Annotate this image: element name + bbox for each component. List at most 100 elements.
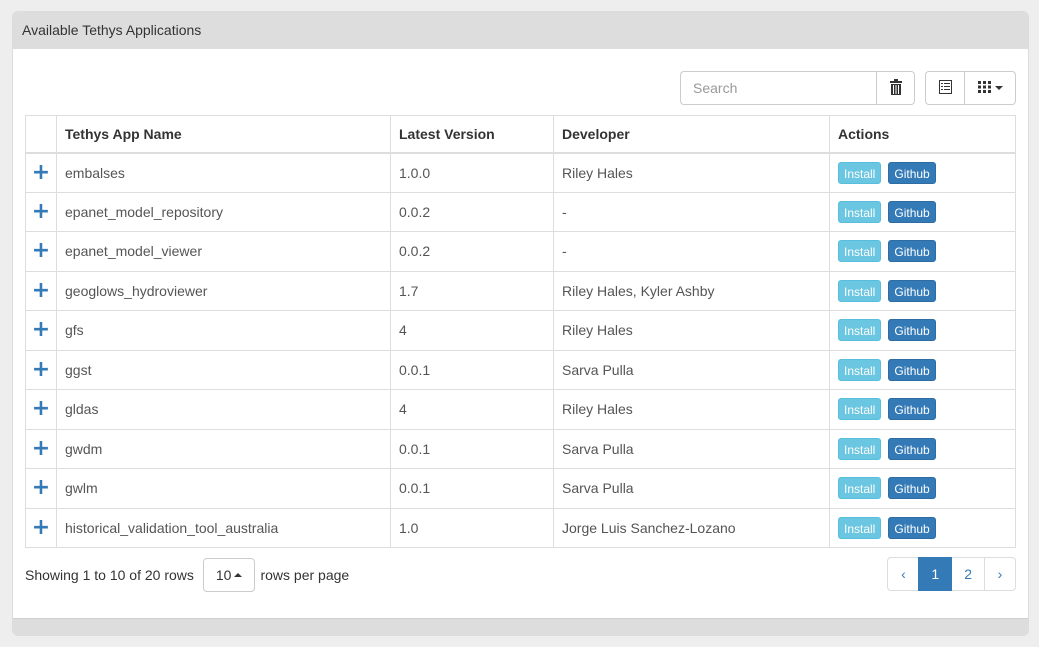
table-toolbar: [680, 71, 1016, 105]
toggle-view-button[interactable]: [925, 71, 965, 105]
actions-cell: Install Github: [829, 507, 1016, 548]
page-2-button[interactable]: 2: [951, 557, 985, 591]
github-button[interactable]: Github: [888, 437, 936, 460]
expand-plus-icon[interactable]: +: [32, 396, 50, 421]
install-button[interactable]: Install: [838, 240, 882, 263]
caret-down-icon: [994, 86, 1003, 90]
expand-plus-icon[interactable]: +: [32, 475, 50, 500]
developer-cell: Sarva Pulla: [553, 468, 830, 509]
panel-heading: Available Tethys Applications: [13, 12, 1028, 49]
actions-cell: Install Github: [829, 468, 1016, 509]
github-button[interactable]: Github: [888, 516, 936, 539]
actions-cell: Install Github: [829, 310, 1016, 351]
install-button[interactable]: Install: [838, 516, 882, 539]
pagination-detail: Showing 1 to 10 of 20 rows 10 rows per p…: [25, 558, 349, 592]
actions-cell: Install Github: [829, 231, 1016, 272]
install-button[interactable]: Install: [838, 161, 882, 184]
install-button[interactable]: Install: [838, 437, 882, 460]
version-cell: 0.0.2: [390, 231, 554, 272]
github-button[interactable]: Github: [888, 200, 936, 223]
install-button[interactable]: Install: [838, 398, 882, 421]
header-latest-version[interactable]: Latest Version: [390, 115, 554, 154]
app-name-cell: embalses: [56, 152, 391, 193]
table-row: + gwlm 0.0.1 Sarva Pulla Install Github: [25, 468, 1016, 509]
header-developer[interactable]: Developer: [553, 115, 830, 154]
github-button[interactable]: Github: [888, 358, 936, 381]
table-row: + gwdm 0.0.1 Sarva Pulla Install Github: [25, 428, 1016, 469]
developer-cell: -: [553, 191, 830, 232]
version-cell: 1.7: [390, 270, 554, 311]
actions-cell: Install Github: [829, 428, 1016, 469]
install-button[interactable]: Install: [838, 200, 882, 223]
expand-cell: +: [25, 507, 57, 548]
install-button[interactable]: Install: [838, 358, 882, 381]
expand-plus-icon[interactable]: +: [32, 278, 50, 303]
page-size-dropdown[interactable]: 10: [202, 558, 256, 592]
page-prev-button[interactable]: ‹: [887, 557, 920, 591]
github-button[interactable]: Github: [888, 477, 936, 500]
actions-cell: Install Github: [829, 270, 1016, 311]
developer-cell: Riley Hales: [553, 389, 830, 430]
expand-plus-icon[interactable]: +: [32, 199, 50, 224]
app-name-cell: gwdm: [56, 428, 391, 469]
install-button[interactable]: Install: [838, 477, 882, 500]
expand-cell: +: [25, 270, 57, 311]
actions-cell: Install Github: [829, 191, 1016, 232]
developer-cell: Jorge Luis Sanchez-Lozano: [553, 507, 830, 548]
expand-cell: +: [25, 310, 57, 351]
available-apps-panel: Available Tethys Applications Search Tet…: [12, 11, 1029, 636]
github-button[interactable]: Github: [888, 161, 936, 184]
list-view-icon: [938, 79, 952, 97]
table-row: + gfs 4 Riley Hales Install Github: [25, 310, 1016, 351]
version-cell: 0.0.2: [390, 191, 554, 232]
expand-plus-icon[interactable]: +: [32, 436, 50, 461]
grid-columns-icon: [977, 80, 991, 96]
app-name-cell: geoglows_hydroviewer: [56, 270, 391, 311]
table-row: + gldas 4 Riley Hales Install Github: [25, 389, 1016, 430]
version-cell: 4: [390, 310, 554, 351]
expand-plus-icon[interactable]: +: [32, 160, 50, 185]
version-cell: 0.0.1: [390, 428, 554, 469]
clear-search-button[interactable]: [876, 71, 915, 105]
expand-plus-icon[interactable]: +: [32, 357, 50, 382]
page-next-button[interactable]: ›: [984, 557, 1016, 591]
expand-cell: +: [25, 349, 57, 390]
page-1-button[interactable]: 1: [918, 557, 953, 591]
github-button[interactable]: Github: [888, 398, 936, 421]
expand-cell: +: [25, 428, 57, 469]
pagination-info: Showing 1 to 10 of 20 rows: [25, 567, 194, 583]
table-row: + epanet_model_viewer 0.0.2- Install Github: [25, 231, 1016, 272]
rows-per-page-label: rows per page: [260, 567, 350, 583]
developer-cell: Riley Hales: [553, 152, 830, 193]
expand-plus-icon[interactable]: +: [32, 317, 50, 342]
table-row: + historical_validation_tool_australia 1.0…: [25, 507, 1016, 548]
install-button[interactable]: Install: [838, 279, 882, 302]
expand-plus-icon[interactable]: +: [32, 238, 50, 263]
search-input[interactable]: [680, 71, 876, 105]
page-size-value: 10: [215, 567, 232, 583]
developer-cell: Sarva Pulla: [553, 349, 830, 390]
table-row: + epanet_model_repository 0.0.2- Install Git…: [25, 191, 1016, 232]
github-button[interactable]: Github: [888, 240, 936, 263]
expand-cell: +: [25, 231, 57, 272]
app-name-cell: gldas: [56, 389, 391, 430]
expand-cell: +: [25, 191, 57, 232]
header-app-name[interactable]: Tethys App Name: [56, 115, 391, 154]
app-name-cell: gfs: [56, 310, 391, 351]
developer-cell: -: [553, 231, 830, 272]
github-button[interactable]: Github: [888, 279, 936, 302]
app-name-cell: ggst: [56, 349, 391, 390]
caret-up-icon: [234, 573, 243, 577]
apps-table: Tethys App Name Latest Version Developer…: [25, 115, 1016, 548]
expand-cell: +: [25, 152, 57, 193]
expand-cell: +: [25, 468, 57, 509]
panel-footer: [13, 618, 1028, 635]
header-actions: Actions: [829, 115, 1016, 154]
expand-plus-icon[interactable]: +: [32, 515, 50, 540]
expand-cell: +: [25, 389, 57, 430]
github-button[interactable]: Github: [888, 319, 936, 342]
columns-dropdown-button[interactable]: [965, 71, 1016, 105]
install-button[interactable]: Install: [838, 319, 882, 342]
actions-cell: Install Github: [829, 152, 1016, 193]
table-header-row: Tethys App Name Latest Version Developer…: [25, 115, 1016, 154]
